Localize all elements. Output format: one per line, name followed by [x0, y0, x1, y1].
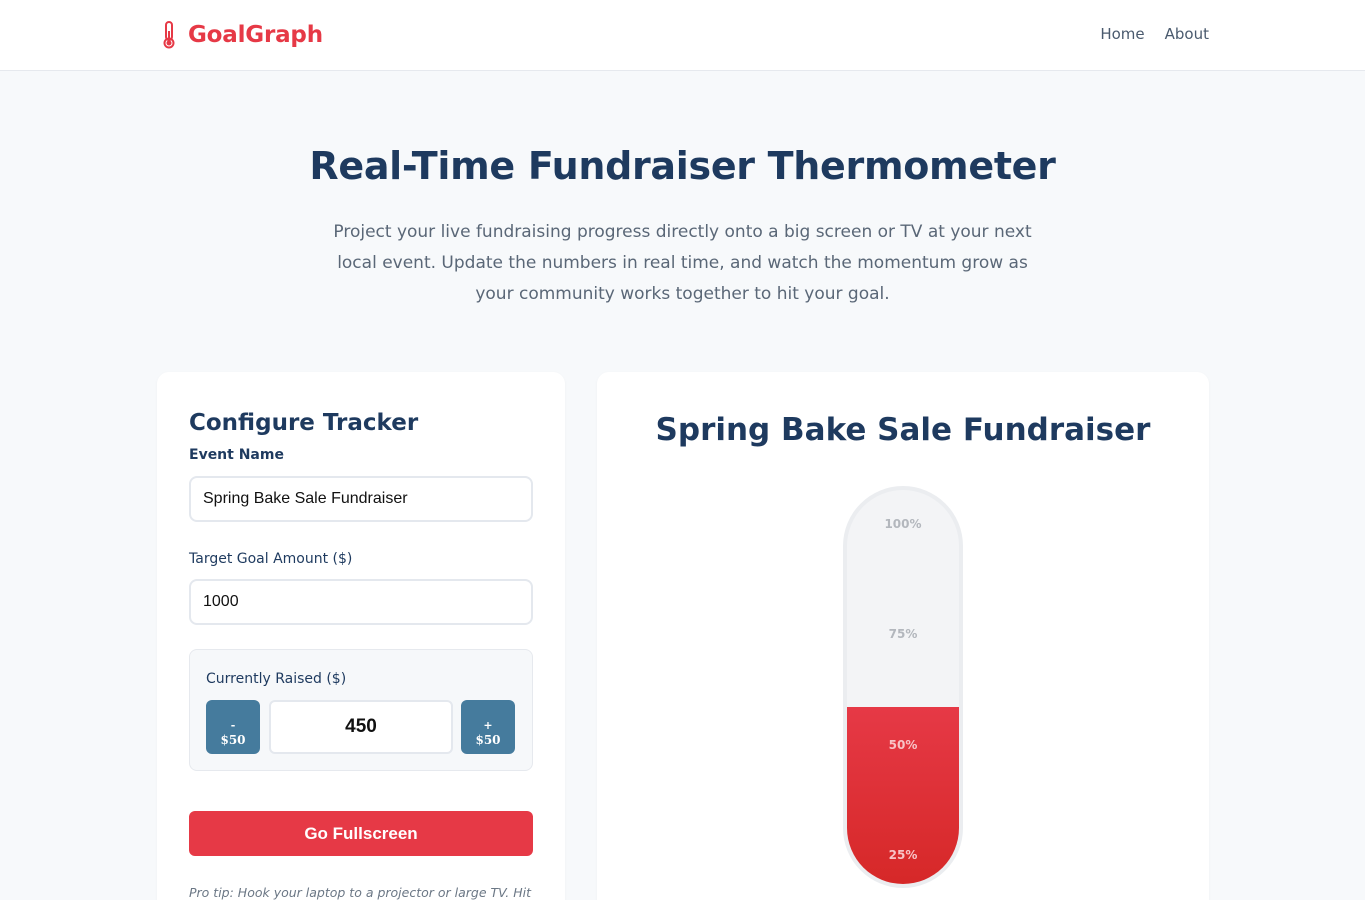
- thermometer-tube: 100% 75% 50% 25%: [847, 490, 959, 884]
- raised-amount-input[interactable]: [269, 700, 453, 754]
- nav-link-home[interactable]: Home: [1100, 25, 1144, 43]
- minus-symbol: -: [230, 718, 236, 732]
- raised-amount-label: Currently Raised ($): [206, 671, 347, 687]
- tick-label-75: 75%: [888, 627, 918, 641]
- hero-subtitle: Project your live fundraising progress d…: [333, 222, 1032, 304]
- goal-amount-input[interactable]: [189, 579, 533, 625]
- pro-tip-text: Pro tip: Hook your laptop to a projector…: [189, 885, 531, 900]
- increase-amount-label: $50: [475, 732, 501, 747]
- plus-symbol: +: [483, 718, 493, 732]
- nav-links: Home About: [1080, 25, 1209, 43]
- event-name-input[interactable]: [189, 476, 533, 522]
- thermometer-display-card: Spring Bake Sale Fundraiser 100% 75% 50%…: [597, 372, 1209, 900]
- goal-amount-label: Target Goal Amount ($): [189, 551, 353, 567]
- raised-amount-panel: Currently Raised ($) - $50 + $50: [189, 649, 533, 771]
- tick-label-25: 25%: [888, 848, 918, 862]
- increase-50-button[interactable]: + $50: [461, 700, 515, 754]
- tick-label-50: 50%: [888, 738, 918, 752]
- hero-title: Real-Time Fundraiser Thermometer: [309, 144, 1056, 188]
- decrease-50-button[interactable]: - $50: [206, 700, 260, 754]
- thermometer-icon: [163, 21, 175, 49]
- configure-tracker-card: Configure Tracker Event Name Target Goal…: [157, 372, 565, 900]
- event-name-label: Event Name: [189, 447, 284, 463]
- display-event-title: Spring Bake Sale Fundraiser: [655, 412, 1151, 448]
- brand-logo[interactable]: GoalGraph: [160, 20, 323, 50]
- tick-label-100: 100%: [884, 517, 922, 531]
- configure-tracker-title: Configure Tracker: [189, 410, 419, 436]
- brand-name: GoalGraph: [188, 22, 323, 48]
- nav-link-about[interactable]: About: [1165, 25, 1209, 43]
- decrease-amount-label: $50: [220, 732, 246, 747]
- thermometer: 100% 75% 50% 25%: [843, 486, 963, 888]
- top-navbar: GoalGraph Home About: [0, 0, 1365, 71]
- go-fullscreen-button[interactable]: Go Fullscreen: [189, 811, 533, 856]
